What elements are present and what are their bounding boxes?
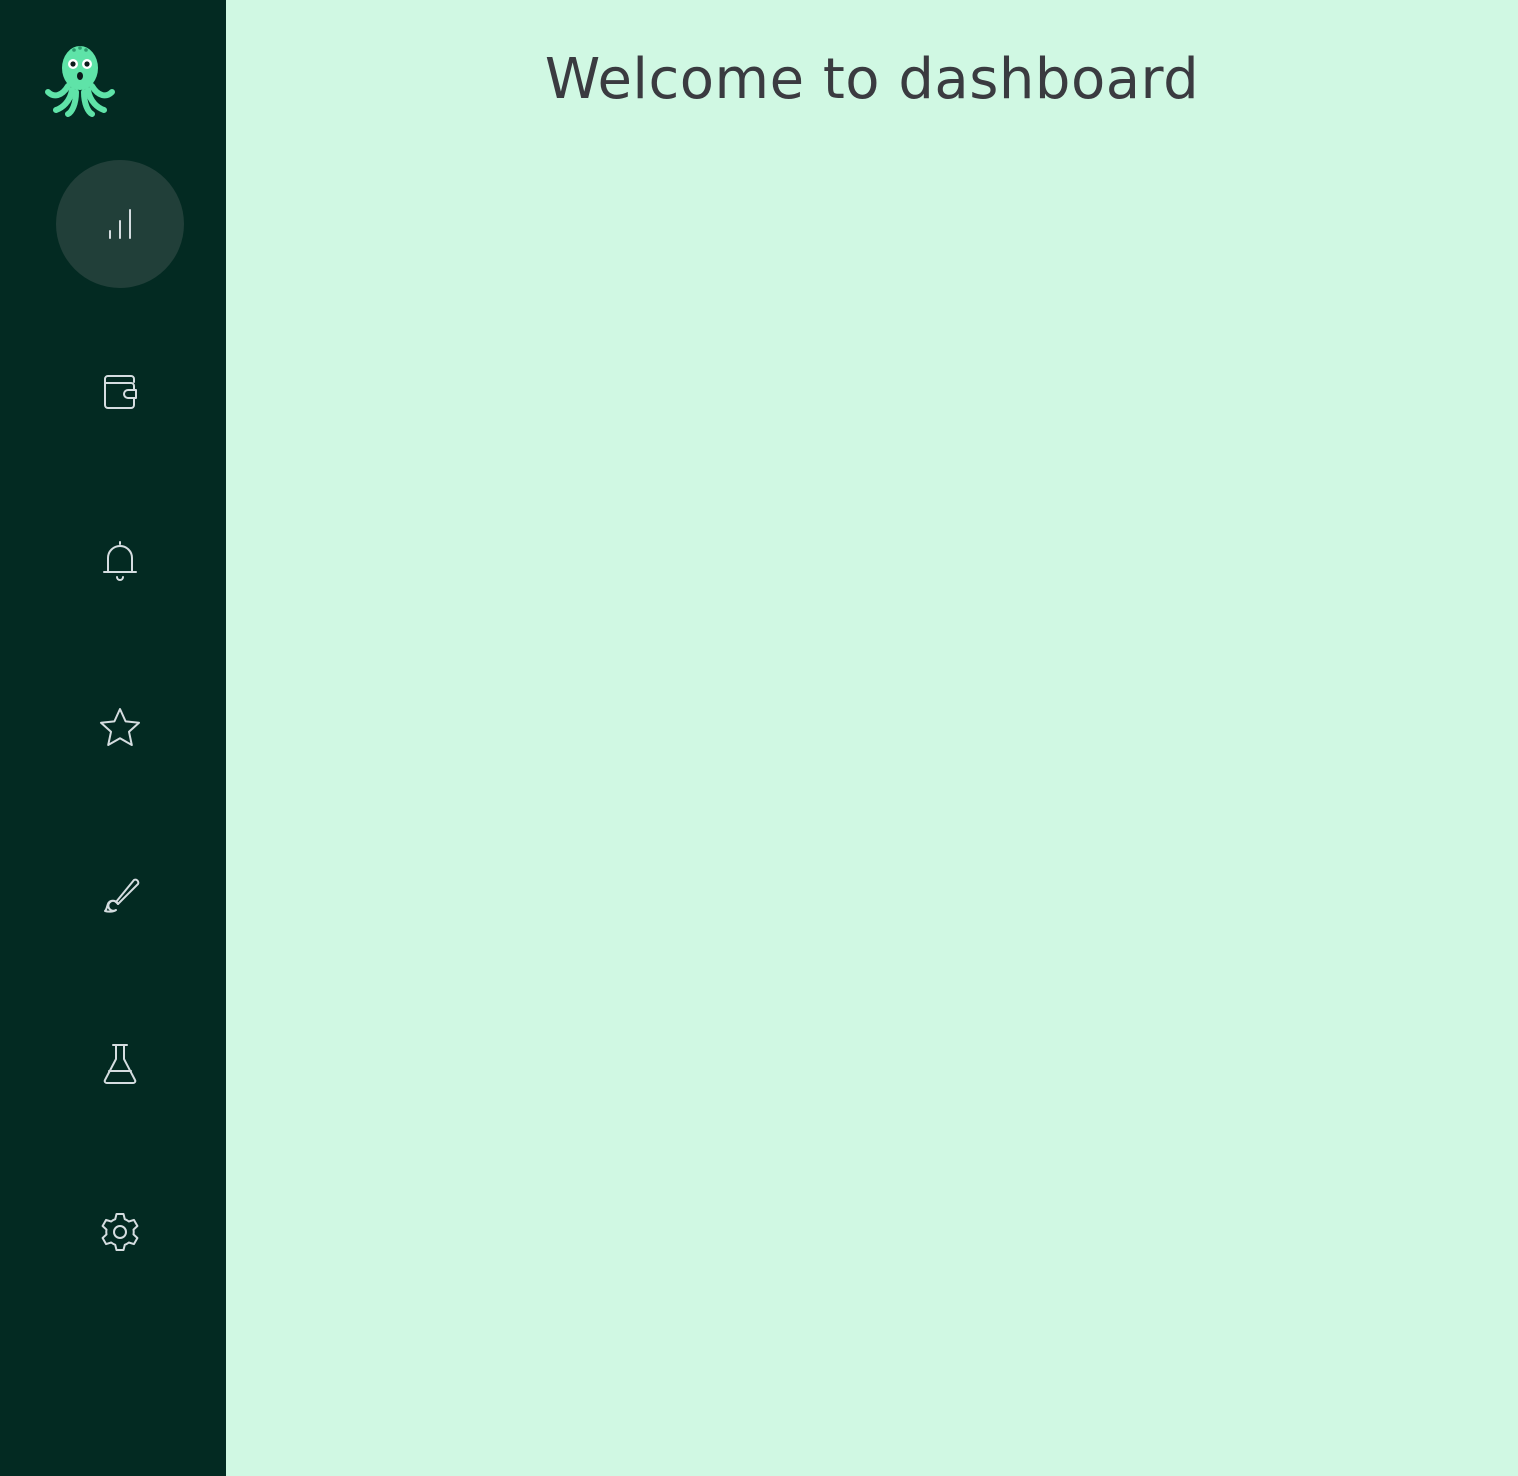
star-icon: [100, 708, 140, 746]
main-content: Welcome to dashboard: [226, 0, 1518, 1476]
sidebar-item-notifications[interactable]: [56, 496, 184, 624]
sidebar-item-stats[interactable]: [56, 160, 184, 288]
sidebar-item-settings[interactable]: [56, 1168, 184, 1296]
bell-icon: [103, 541, 137, 581]
flask-icon: [103, 1044, 137, 1084]
octopus-logo-icon[interactable]: [42, 42, 118, 118]
sidebar-item-labs[interactable]: [56, 1000, 184, 1128]
brush-icon: [104, 878, 140, 913]
sidebar-item-design[interactable]: [56, 832, 184, 960]
wallet-icon: [104, 375, 137, 409]
sidebar: [0, 0, 226, 1476]
bar-chart-icon: [109, 209, 131, 239]
page-title: Welcome to dashboard: [544, 47, 1200, 112]
sidebar-item-wallet[interactable]: [56, 328, 184, 456]
sidebar-item-favorites[interactable]: [56, 664, 184, 792]
gear-icon: [101, 1213, 139, 1251]
